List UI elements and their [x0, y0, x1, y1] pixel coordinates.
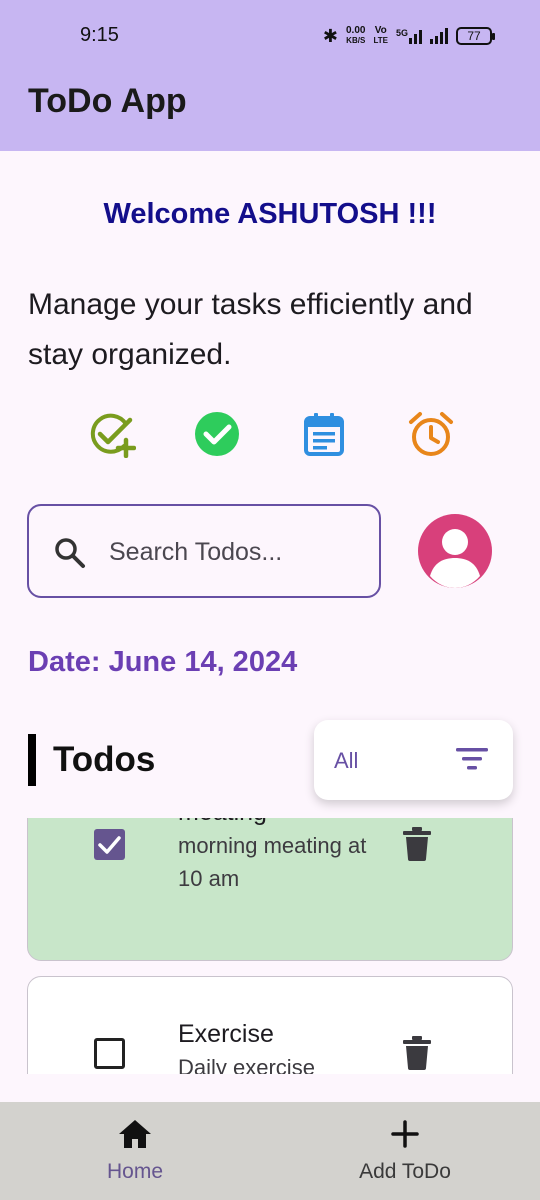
signal-bars-icon — [409, 28, 422, 44]
person-icon — [430, 529, 480, 588]
status-bar: 9:15 ✱ 0.00 KB/S Vo LTE 5G 77 — [0, 22, 540, 52]
battery-icon: 77 — [456, 27, 495, 45]
nav-home-label: Home — [106, 1160, 164, 1183]
date-label: Date: June 14, 2024 — [28, 646, 298, 678]
check-add-icon — [90, 413, 136, 458]
status-icons: ✱ 0.00 KB/S Vo LTE 5G 77 — [322, 22, 495, 50]
todo-description: Daily exercise — [178, 1055, 315, 1074]
nav-add-todo[interactable]: Add ToDo — [305, 1102, 505, 1200]
app-title: ToDo App — [28, 82, 187, 120]
todo-list[interactable]: meating morning meating at 10 am Exercis… — [0, 818, 540, 1074]
nav-add-todo-label: Add ToDo — [359, 1160, 451, 1183]
welcome-heading: Welcome ASHUTOSH !!! — [103, 198, 437, 230]
todo-title: meating — [178, 818, 378, 829]
bluetooth-icon: ✱ — [322, 25, 338, 46]
search-box[interactable] — [27, 504, 381, 598]
search-input[interactable] — [109, 534, 359, 570]
todo-card[interactable]: Exercise Daily exercise — [27, 976, 513, 1074]
add-icon — [391, 1120, 419, 1148]
heading-accent-bar — [28, 734, 36, 786]
profile-avatar[interactable] — [418, 514, 492, 588]
calendar-icon — [304, 413, 344, 456]
delete-icon[interactable] — [402, 827, 432, 861]
signal-strength-icon — [430, 28, 448, 44]
todos-header: Todos — [28, 734, 155, 786]
alarm-icon — [409, 412, 453, 456]
app-bar: 9:15 ✱ 0.00 KB/S Vo LTE 5G 77 ToDo App — [0, 0, 540, 151]
todo-title: Exercise — [178, 1020, 274, 1048]
todo-checkbox-unchecked[interactable] — [94, 1038, 125, 1069]
bottom-navigation: Home Add ToDo — [0, 1102, 540, 1200]
check-icon — [98, 836, 121, 854]
tagline: Manage your tasks efficiently and stay o… — [28, 288, 473, 371]
todos-heading: Todos — [53, 740, 156, 779]
feature-icons-row — [0, 410, 540, 458]
search-icon — [55, 538, 85, 568]
battery-level: 77 — [467, 29, 481, 43]
home-icon — [119, 1120, 151, 1148]
signal-5g: 5G — [396, 28, 422, 44]
status-time: 9:15 — [80, 24, 119, 46]
delete-icon[interactable] — [402, 1036, 432, 1070]
check-circle-icon — [195, 412, 239, 456]
filter-icon — [456, 748, 488, 770]
todo-text: Exercise Daily exercise — [178, 1017, 378, 1074]
todo-text: meating morning meating at 10 am — [178, 818, 378, 895]
net-speed: 0.00 KB/S — [346, 25, 366, 46]
volte-indicator: Vo LTE — [373, 25, 388, 46]
filter-dropdown[interactable]: All — [314, 720, 513, 800]
todo-description: morning meating at 10 am — [178, 833, 367, 891]
nav-home[interactable]: Home — [35, 1102, 235, 1200]
filter-selected-value: All — [334, 748, 359, 773]
todo-card[interactable]: meating morning meating at 10 am — [27, 818, 513, 961]
todo-checkbox-checked[interactable] — [94, 829, 125, 860]
